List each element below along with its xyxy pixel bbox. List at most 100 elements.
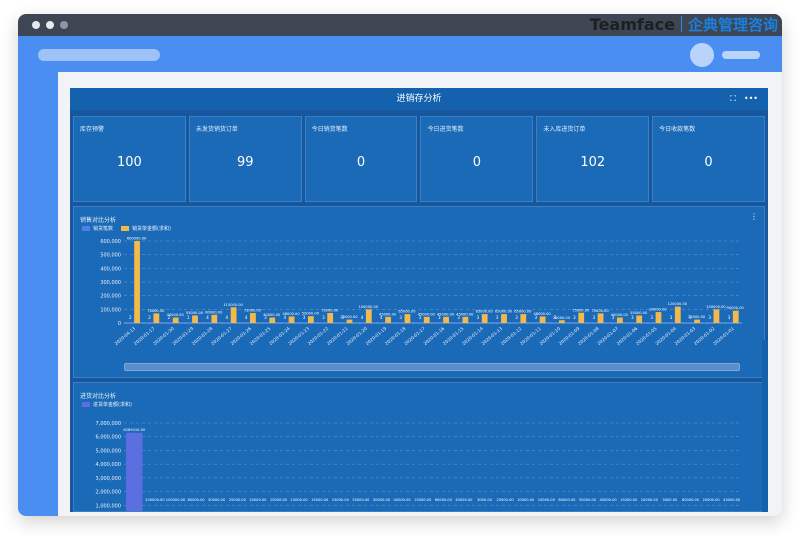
bar-count-label: 3 (496, 315, 499, 320)
bar-amount (269, 317, 276, 323)
kpi-value: 0 (704, 155, 713, 170)
fullscreen-icon[interactable]: ⛶ (730, 88, 736, 110)
bar-amount-label: 65000.00 (514, 310, 532, 314)
bar-amount-label: 65000.00 (398, 310, 416, 314)
bar-purchase-label: 50000.00 (208, 498, 226, 502)
bar-amount (520, 314, 527, 323)
kpi-card[interactable]: 未入库进货订单 102 (536, 116, 650, 202)
dashboard-panel: 进销存分析 ⛶ ••• 库存预警 100 未发货销货订单 99 今日销货笔数 0 今日… (70, 88, 768, 512)
bar-amount (636, 315, 643, 323)
bar-amount (694, 319, 701, 323)
bar-amount (655, 312, 662, 323)
y-tick-label: 100,000 (100, 307, 121, 313)
bar-count (417, 322, 423, 323)
legend-swatch (82, 226, 90, 231)
bar-count (127, 322, 134, 323)
bar-count-label: 4 (361, 315, 364, 320)
bar-amount-label: 48000.00 (534, 312, 552, 316)
bar-count (494, 322, 501, 323)
bar-amount (443, 316, 449, 323)
avatar[interactable] (690, 43, 714, 67)
more-icon[interactable]: ••• (744, 88, 758, 110)
bar-count (165, 322, 172, 323)
y-tick-label: 0 (118, 321, 121, 327)
bar-amount (172, 317, 179, 323)
bar-amount-label: 25000.00 (340, 315, 358, 319)
purchase-chart-card: 进货对比分析 进货单金额(求和) 1,000,000 2,000,000 3,000… (73, 382, 765, 512)
bar-count (281, 322, 288, 323)
legend-label: 进货单金额(求和) (93, 402, 132, 408)
kpi-card[interactable]: 未发货销货订单 99 (188, 116, 302, 202)
bar-purchase-label: 15000.00 (291, 498, 309, 502)
panel-scroll-track[interactable] (762, 340, 768, 512)
bar-count (223, 322, 230, 323)
legend-item[interactable]: 进货单金额(求和) (82, 401, 132, 408)
kpi-label: 今日进货笔数 (427, 126, 464, 133)
app-window: Teamfacewww.teamface.cn 企典管理咨询 进销存分析 ⛶ •… (18, 14, 782, 516)
bar-amount-label: 100000.00 (359, 305, 379, 309)
chart-zoom-scrollbar[interactable] (124, 363, 740, 371)
app-header (18, 36, 782, 72)
window-maximize-dot[interactable] (60, 21, 68, 29)
window-titlebar: Teamfacewww.teamface.cn 企典管理咨询 (18, 14, 782, 39)
bar-count-label: 3 (515, 315, 518, 320)
kpi-card[interactable]: 今日收款笔数 0 (652, 116, 765, 202)
bar-count (262, 322, 269, 323)
y-tick-label: 6,000,000 (96, 435, 121, 441)
bar-amount (404, 314, 411, 323)
bar-count (436, 322, 443, 323)
window-minimize-dot[interactable] (46, 21, 54, 29)
bar-purchase-label: 10000.00 (641, 498, 659, 502)
breadcrumb-placeholder (38, 49, 160, 61)
bar-amount (732, 310, 739, 323)
window-close-dot[interactable] (32, 21, 40, 29)
brand-name-cn: 企典管理咨询 (687, 15, 778, 34)
bar-amount-label: 115000.00 (223, 303, 243, 307)
bar-amount (307, 316, 314, 323)
user-name-placeholder[interactable] (722, 51, 760, 59)
bar-count-label: 3 (631, 315, 634, 320)
bar-purchase-label: 40000.00 (600, 498, 618, 502)
bar-purchase-label: 60000.00 (558, 498, 576, 502)
bar-count (571, 322, 578, 323)
bar-count-label: 3 (477, 315, 480, 320)
bar-amount-label: 65000.00 (476, 310, 494, 314)
bar-count-label: 4 (226, 315, 229, 320)
sales-chart-legend: 销货笔数 销货单金额(求和) (82, 225, 171, 232)
bar-purchase-label: 10000.00 (517, 498, 535, 502)
bar-amount-label: 120000.00 (668, 302, 688, 306)
bar-count (378, 322, 385, 323)
bar-purchase-label: 20000.00 (249, 498, 267, 502)
bar-amount-label: 25000.00 (688, 315, 706, 319)
kpi-card[interactable]: 今日进货笔数 0 (420, 116, 534, 202)
bar-count-label: 4 (245, 315, 248, 320)
bar-amount (346, 319, 353, 323)
bar-count (301, 322, 307, 323)
bar-purchase-label: 25000.00 (497, 498, 515, 502)
bar-amount-label: 73000.00 (321, 309, 339, 313)
legend-item[interactable]: 销货单金额(求和) (121, 225, 171, 232)
bar-amount (481, 314, 488, 323)
bar-purchase-label: 40000.00 (394, 498, 412, 502)
bar-amount-label: 40000.00 (611, 313, 629, 317)
main-area: 进销存分析 ⛶ ••• 库存预警 100 未发货销货订单 99 今日销货笔数 0 今日… (18, 72, 782, 516)
legend-item[interactable]: 销货笔数 (82, 225, 113, 232)
bar-purchase-label: 3000.00 (477, 498, 493, 502)
y-tick-label: 400,000 (100, 266, 121, 272)
bar-amount-label: 45000.00 (456, 312, 474, 316)
kpi-card[interactable]: 库存预警 100 (73, 116, 186, 202)
bar-count (726, 322, 732, 323)
bar-amount (597, 313, 604, 323)
bar-count (668, 322, 674, 323)
kpi-label: 未入库进货订单 (543, 126, 586, 133)
kpi-card[interactable]: 今日销货笔数 0 (304, 116, 418, 202)
bar-purchase-label: 80000.00 (188, 498, 206, 502)
bar-amount-label: 40000.00 (167, 313, 185, 317)
chart-menu-icon[interactable]: ⋮ (750, 213, 758, 221)
bar-purchase-label: 15000.00 (414, 498, 432, 502)
kpi-label: 今日销货笔数 (311, 126, 348, 133)
y-tick-label: 7,000,000 (96, 421, 121, 427)
bar-amount-label: 75000.00 (572, 308, 590, 312)
bar-amount (559, 320, 565, 323)
brand-logo: Teamfacewww.teamface.cn 企典管理咨询 (589, 14, 778, 39)
